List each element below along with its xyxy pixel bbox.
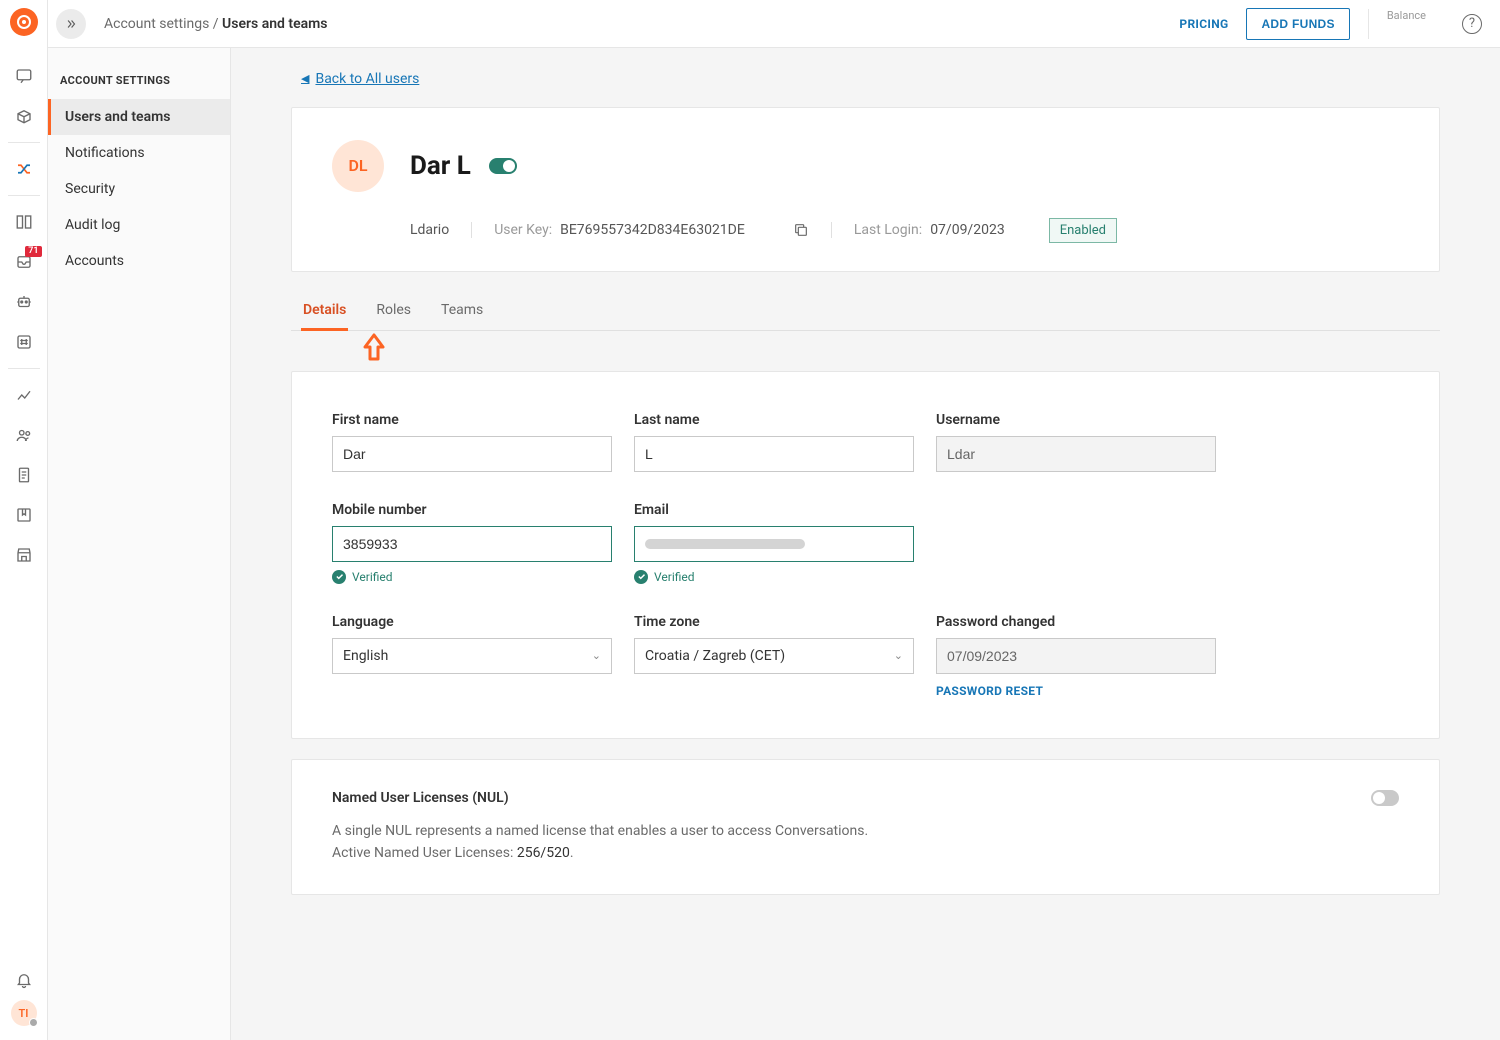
user-key-label: User Key:	[494, 222, 552, 238]
tab-details[interactable]: Details	[301, 296, 348, 330]
sidebar-item-accounts[interactable]: Accounts	[48, 243, 230, 279]
password-changed-label: Password changed	[936, 614, 1216, 630]
pricing-link[interactable]: PRICING	[1179, 17, 1228, 31]
tab-roles[interactable]: Roles	[374, 296, 413, 330]
balance-block: Balance	[1368, 9, 1426, 39]
store-icon[interactable]	[0, 535, 48, 575]
balance-label: Balance	[1387, 9, 1426, 22]
help-icon[interactable]: ?	[1462, 14, 1482, 34]
sidebar-item-audit-log[interactable]: Audit log	[48, 207, 230, 243]
nul-title: Named User Licenses (NUL)	[332, 790, 1371, 806]
bell-icon[interactable]	[0, 960, 48, 1000]
back-link-text: Back to All users	[315, 71, 419, 87]
columns-icon[interactable]	[0, 202, 48, 242]
copy-icon[interactable]	[793, 222, 809, 238]
breadcrumb-current: Users and teams	[222, 16, 327, 32]
settings-sidebar: ACCOUNT SETTINGS Users and teams Notific…	[48, 48, 231, 1040]
first-name-label: First name	[332, 412, 612, 428]
sidebar-item-security[interactable]: Security	[48, 171, 230, 207]
user-tabs: Details Roles Teams	[291, 296, 1440, 331]
top-header: Account settings / Users and teams PRICI…	[48, 0, 1500, 48]
email-input[interactable]	[634, 526, 914, 562]
chat-icon[interactable]	[0, 56, 48, 96]
hash-icon[interactable]	[0, 322, 48, 362]
bot-icon[interactable]	[0, 282, 48, 322]
back-to-users-link[interactable]: ◀Back to All users	[301, 71, 419, 87]
language-label: Language	[332, 614, 612, 630]
user-avatar-small[interactable]: TI	[11, 1000, 37, 1026]
user-avatar: DL	[332, 140, 384, 192]
last-login-label: Last Login:	[854, 222, 922, 238]
content-area: ◀Back to All users DL Dar L Ldario User	[231, 48, 1500, 1040]
sidebar-title: ACCOUNT SETTINGS	[48, 74, 230, 99]
last-name-label: Last name	[634, 412, 914, 428]
first-name-input[interactable]	[332, 436, 612, 472]
tab-teams[interactable]: Teams	[439, 296, 485, 330]
mobile-input[interactable]	[332, 526, 612, 562]
breadcrumb: Account settings / Users and teams	[104, 16, 328, 32]
nul-toggle[interactable]	[1371, 790, 1399, 806]
timezone-select[interactable]: Croatia / Zagreb (CET)⌄	[634, 638, 914, 674]
last-login-value: 07/09/2023	[930, 222, 1005, 238]
nul-card: Named User Licenses (NUL) A single NUL r…	[291, 759, 1440, 896]
inbox-icon[interactable]: 71	[0, 242, 48, 282]
sidebar-item-users-and-teams[interactable]: Users and teams	[48, 99, 230, 135]
password-changed-input	[936, 638, 1216, 674]
breadcrumb-parent[interactable]: Account settings	[104, 16, 209, 32]
user-display-name-text: Dar L	[410, 151, 471, 181]
user-enabled-toggle[interactable]	[489, 158, 517, 174]
bookmark-bar-icon[interactable]	[0, 495, 48, 535]
expand-sidebar-button[interactable]	[56, 9, 86, 39]
shuffle-icon[interactable]	[0, 149, 48, 189]
inbox-badge: 71	[25, 246, 41, 257]
user-header-card: DL Dar L Ldario User Key: BE769557342D83…	[291, 107, 1440, 272]
details-form-card: First name Last name Username	[291, 371, 1440, 739]
chevron-down-icon: ⌄	[592, 649, 601, 662]
sidebar-item-notifications[interactable]: Notifications	[48, 135, 230, 171]
mobile-verified-note: Verified	[332, 570, 612, 584]
meta-username: Ldario	[410, 222, 449, 238]
nul-desc-line2: Active Named User Licenses: 256/520.	[332, 842, 1371, 864]
username-input	[936, 436, 1216, 472]
chevron-down-icon: ⌄	[894, 649, 903, 662]
user-display-name: Dar L	[410, 151, 517, 181]
username-label: Username	[936, 412, 1216, 428]
status-chip: Enabled	[1049, 218, 1117, 243]
doc-icon[interactable]	[0, 455, 48, 495]
analytics-icon[interactable]	[0, 375, 48, 415]
package-icon[interactable]	[0, 96, 48, 136]
people-icon[interactable]	[0, 415, 48, 455]
add-funds-button[interactable]: ADD FUNDS	[1246, 8, 1349, 40]
last-name-input[interactable]	[634, 436, 914, 472]
user-key-value: BE769557342D834E63021DE	[560, 222, 745, 238]
nul-desc-line1: A single NUL represents a named license …	[332, 820, 1371, 842]
arrow-annotation	[361, 333, 387, 361]
brand-logo[interactable]	[10, 8, 38, 36]
mobile-label: Mobile number	[332, 502, 612, 518]
password-reset-link[interactable]: PASSWORD RESET	[936, 684, 1216, 698]
email-verified-note: Verified	[634, 570, 914, 584]
timezone-label: Time zone	[634, 614, 914, 630]
icon-rail: 71 TI	[0, 0, 48, 1040]
email-label: Email	[634, 502, 914, 518]
language-select[interactable]: English⌄	[332, 638, 612, 674]
